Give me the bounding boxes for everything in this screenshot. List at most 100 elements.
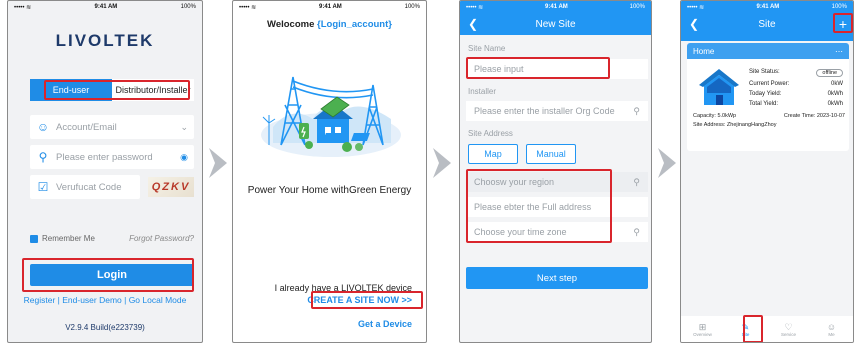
version-label: V2.9.4 Build(e223739) <box>65 323 145 332</box>
search-icon[interactable]: ⚲ <box>633 106 640 117</box>
site-name-placeholder: Please input <box>474 64 524 74</box>
login-button[interactable]: Login <box>30 264 194 286</box>
installer-input[interactable]: Please enter the installer Org Code ⚲ <box>466 101 648 121</box>
bottom-tab-bar: ⊞ Overview ✎ Site ♡ Service ☺ Me <box>681 316 853 342</box>
signal-icon: ••••• ≋ <box>466 4 484 11</box>
search-icon[interactable]: ⚲ <box>633 227 640 238</box>
user-type-toggle: End-user Distributor/Installer <box>30 79 194 101</box>
total-value: 0kWh <box>827 101 843 107</box>
status-time: 9:41 AM <box>319 4 342 10</box>
add-site-icon[interactable]: + <box>839 16 847 32</box>
region-select[interactable]: Choosw your region ⚲ <box>466 172 648 192</box>
installer-placeholder: Please enter the installer Org Code <box>474 106 615 116</box>
tab-site[interactable]: ✎ Site <box>724 316 767 342</box>
back-icon[interactable]: ❮ <box>468 17 478 31</box>
new-site-screen: ••••• ≋ 9:41 AM 100% ❮ New Site Site Nam… <box>459 0 652 343</box>
tab-label: Overview <box>693 331 712 337</box>
green-energy-illustration <box>261 76 401 157</box>
heart-icon: ♡ <box>784 321 793 332</box>
forgot-password-link[interactable]: Forgot Password? <box>129 234 194 243</box>
welcome-screen: ••••• ≋ 9:41 AM 100% Welocome {Login_acc… <box>232 0 427 343</box>
tab-end-user[interactable]: End-user <box>30 79 112 101</box>
total-label: Total Yield: <box>749 101 779 107</box>
eye-icon[interactable]: ◉ <box>180 152 188 163</box>
welcome-text: Welocome <box>267 19 315 30</box>
map-button[interactable]: Map <box>468 144 518 164</box>
full-address-input[interactable]: Please ebter the Full address <box>466 197 648 217</box>
nav-header: ❮ Site + <box>681 13 853 35</box>
chevron-right-icon <box>209 148 227 178</box>
site-name: Home <box>693 46 715 56</box>
region-placeholder: Choosw your region <box>474 177 555 187</box>
next-step-button[interactable]: Next step <box>466 267 648 289</box>
create-time-text: Create Time: 2023-10-07 <box>783 113 845 119</box>
page-title: Site <box>758 18 776 30</box>
site-screen: ••••• ≋ 9:41 AM 100% ❮ Site + Home ⋯ Sit… <box>680 0 854 343</box>
current-power-row: Current Power: 0kW <box>749 81 843 87</box>
signal-icon: ••••• ≋ <box>14 4 32 11</box>
header-bar: ••••• ≋ 9:41 AM 100% ❮ Site + <box>681 1 853 41</box>
status-time: 9:41 AM <box>756 4 780 10</box>
tab-overview[interactable]: ⊞ Overview <box>681 316 724 342</box>
edit-icon: ✎ <box>741 321 750 332</box>
status-bar: ••••• ≋ 9:41 AM 100% <box>233 1 426 13</box>
capacity-row: Capacity: 5.0kWp Create Time: 2023-10-07 <box>693 113 845 119</box>
address-label: Site Address <box>468 129 513 138</box>
status-bar: ••••• ≋ 9:41 AM 100% <box>8 1 202 13</box>
create-site-link[interactable]: CREATE A SITE NOW >> <box>307 295 412 305</box>
battery-label: 100% <box>629 4 645 10</box>
more-icon[interactable]: ⋯ <box>835 47 843 56</box>
password-placeholder: Please enter password <box>56 151 153 163</box>
battery-label: 100% <box>831 4 847 10</box>
chevron-down-icon[interactable]: ⌄ <box>180 122 188 133</box>
back-icon[interactable]: ❮ <box>689 17 699 31</box>
verification-code-field[interactable]: ☑ Verufucat Code <box>30 175 140 199</box>
signal-icon: ••••• ≋ <box>687 4 705 11</box>
tab-label: Service <box>780 331 796 337</box>
header-bar: ••••• ≋ 9:41 AM 100% ❮ New Site <box>460 1 651 35</box>
manual-button[interactable]: Manual <box>526 144 576 164</box>
chevron-right-icon <box>433 148 451 178</box>
site-name-label: Site Name <box>468 44 506 53</box>
account-placeholder: Account/Email <box>56 121 117 133</box>
tab-distributor[interactable]: Distributor/Installer <box>112 79 194 101</box>
chevron-right-icon <box>658 148 676 178</box>
page-title: New Site <box>535 18 576 30</box>
power-label: Current Power: <box>749 81 790 87</box>
app-logo: LIVOLTEK <box>55 31 155 50</box>
status-bar: ••••• ≋ 9:41 AM 100% <box>681 1 853 13</box>
account-text: {Login_account} <box>317 19 392 30</box>
today-value: 0kWh <box>827 91 843 97</box>
time-zone-select[interactable]: Choose your time zone ⚲ <box>466 222 648 242</box>
remember-checkbox[interactable] <box>30 234 38 243</box>
footer-links[interactable]: Register | End-user Demo | Go Local Mode <box>8 295 202 305</box>
have-device-text: I already have a LIVOLTEK device <box>274 283 412 293</box>
house-icon <box>699 69 739 105</box>
remember-label: Remember Me <box>42 234 95 243</box>
site-card[interactable]: Home ⋯ Site Status: offline Current Power… <box>687 43 849 151</box>
status-badge: offline <box>816 69 843 77</box>
tab-service[interactable]: ♡ Service <box>767 316 810 342</box>
grid-icon: ⊞ <box>698 321 707 332</box>
status-time: 9:41 AM <box>94 4 118 10</box>
signal-icon: ••••• ≋ <box>239 4 257 11</box>
today-label: Today Yield: <box>749 91 782 97</box>
lock-icon: ⚲ <box>38 150 48 164</box>
captcha-image[interactable]: QZKV <box>148 177 194 197</box>
captcha-text: QZKV <box>151 181 191 193</box>
search-icon[interactable]: ⚲ <box>633 177 640 188</box>
get-device-link[interactable]: Get a Device <box>358 319 412 329</box>
site-name-input[interactable]: Please input <box>466 59 648 79</box>
total-yield-row: Total Yield: 0kWh <box>749 101 843 107</box>
tab-label: Site <box>741 331 750 337</box>
site-card-header: Home ⋯ <box>687 43 849 59</box>
code-placeholder: Verufucat Code <box>56 181 122 193</box>
account-field[interactable]: ☺ Account/Email ⌄ <box>30 115 194 139</box>
battery-label: 100% <box>180 4 196 10</box>
power-value: 0kW <box>831 81 843 87</box>
password-field[interactable]: ⚲ Please enter password ◉ <box>30 145 194 169</box>
tab-label: Me <box>828 331 835 337</box>
person-icon: ☺ <box>826 321 837 332</box>
tab-me[interactable]: ☺ Me <box>810 316 853 342</box>
capacity-text: Capacity: 5.0kWp <box>693 113 737 119</box>
